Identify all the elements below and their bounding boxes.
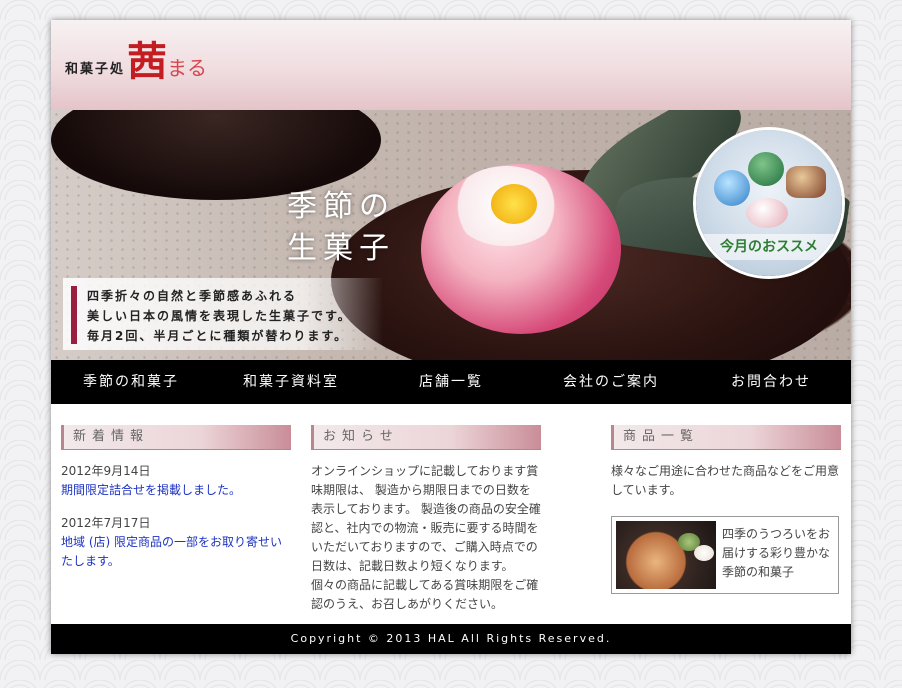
product-image xyxy=(616,521,716,589)
hero-title-line: 生菓子 xyxy=(287,231,395,266)
notice-heading: お知らせ xyxy=(311,425,541,450)
product-sweet-white xyxy=(694,545,714,561)
header: 和菓子処 茜 まる xyxy=(51,20,851,110)
news-heading: 新着情報 xyxy=(61,425,291,450)
hero-caption: 四季折々の自然と季節感あふれる 美しい日本の風情を表現した生菓子です。 毎月2回… xyxy=(63,278,383,350)
hero-title-line: 季節の xyxy=(287,189,395,224)
brand-prefix: 和菓子処 xyxy=(65,62,126,77)
caption-line: 四季折々の自然と季節感あふれる xyxy=(87,289,298,303)
caption-line: 毎月2回、半月ごとに種類が替わります。 xyxy=(87,329,349,343)
notice-text: オンラインショップに記載しております賞味期限は、 製造から期限日までの日数を表示… xyxy=(311,464,541,611)
recommend-label: 今月のおススメ xyxy=(696,234,842,260)
nav-item-stores[interactable]: 店舗一覧 xyxy=(371,360,531,404)
news-column: 新着情報 2012年9月14日 期間限定詰合せを掲載しました。 2012年7月1… xyxy=(61,425,291,585)
recommend-sweet-image xyxy=(786,166,826,198)
recommend-sweet-image xyxy=(746,198,788,228)
news-link[interactable]: 地域 (店) 限定商品の一部をお取り寄せいたします。 xyxy=(61,533,291,571)
caption-line: 美しい日本の風情を表現した生菓子です。 xyxy=(87,309,352,323)
nav-item-archive[interactable]: 和菓子資料室 xyxy=(211,360,371,404)
copyright-text: Copyright © 2013 HAL All Rights Reserved… xyxy=(290,632,612,645)
hero-title: 季節の 生菓子 xyxy=(287,186,395,270)
page-container: 和菓子処 茜 まる 季節の 生菓子 四季折々の自然と季節感あふれる 美しい日本の… xyxy=(51,20,851,654)
nav-item-company[interactable]: 会社のご案内 xyxy=(531,360,691,404)
nav-item-contact[interactable]: お問合わせ xyxy=(691,360,851,404)
caption-accent-bar xyxy=(71,286,77,344)
products-column: 商品一覧 様々なご用途に合わせた商品などをご用意しています。 四季のうつろいをお… xyxy=(611,425,841,594)
logo-main: 茜 xyxy=(127,38,167,85)
news-date: 2012年7月17日 xyxy=(61,516,151,530)
recommend-sweet-image xyxy=(714,170,750,206)
news-link[interactable]: 期間限定詰合せを掲載しました。 xyxy=(61,481,291,500)
logo-sub: まる xyxy=(167,56,207,80)
notice-column: お知らせ オンラインショップに記載しております賞味期限は、 製造から期限日までの… xyxy=(311,425,541,614)
product-banner[interactable]: 四季のうつろいをお届けする彩り豊かな季節の和菓子 xyxy=(611,516,839,594)
logo[interactable]: 茜 まる xyxy=(127,34,217,94)
news-item: 2012年9月14日 期間限定詰合せを掲載しました。 xyxy=(61,462,291,500)
news-item: 2012年7月17日 地域 (店) 限定商品の一部をお取り寄せいたします。 xyxy=(61,514,291,571)
news-date: 2012年9月14日 xyxy=(61,464,151,478)
wagashi-center xyxy=(491,184,537,224)
hero-banner: 季節の 生菓子 四季折々の自然と季節感あふれる 美しい日本の風情を表現した生菓子… xyxy=(51,110,851,360)
main-nav: 季節の和菓子 和菓子資料室 店舗一覧 会社のご案内 お問合わせ xyxy=(51,360,851,404)
nav-item-seasonal[interactable]: 季節の和菓子 xyxy=(51,360,211,404)
products-heading: 商品一覧 xyxy=(611,425,841,450)
products-text: 様々なご用途に合わせた商品などをご用意しています。 xyxy=(611,464,840,497)
footer: Copyright © 2013 HAL All Rights Reserved… xyxy=(51,624,851,654)
recommend-badge[interactable]: 今月のおススメ xyxy=(696,130,842,276)
recommend-sweet-image xyxy=(748,152,784,186)
product-banner-text: 四季のうつろいをお届けする彩り豊かな季節の和菓子 xyxy=(722,527,831,579)
